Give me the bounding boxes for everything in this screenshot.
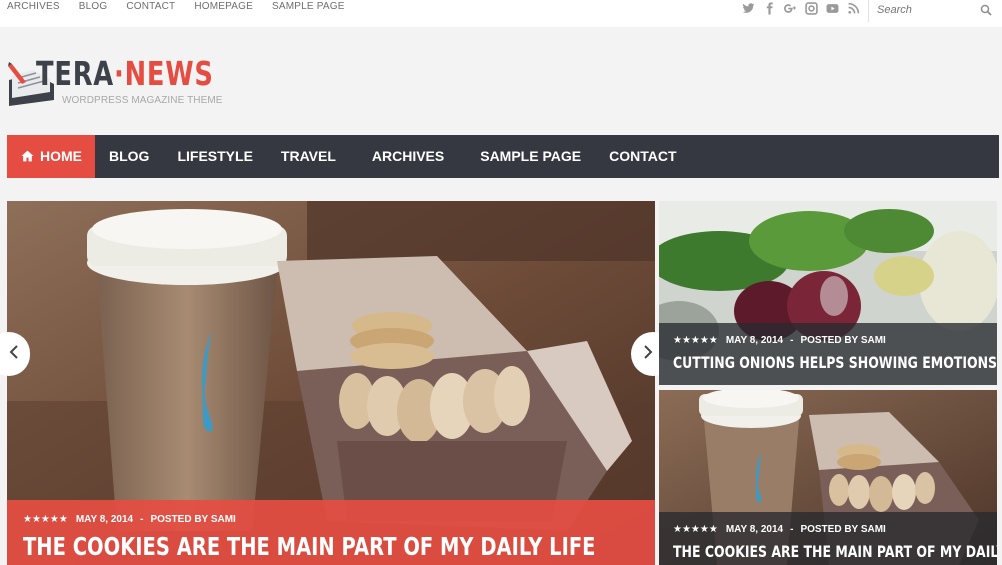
top-link-archives[interactable]: ARCHIVES <box>7 0 60 14</box>
search-box <box>868 0 1002 22</box>
chevron-right-icon <box>643 344 653 364</box>
side-post-caption: ★★★★★ MAY 8, 2014 - POSTED BY SAMI THE C… <box>659 512 997 565</box>
top-link-blog[interactable]: BLOG <box>79 0 108 14</box>
youtube-icon[interactable] <box>826 2 839 15</box>
facebook-icon[interactable] <box>763 2 776 15</box>
post-author[interactable]: POSTED BY SAMI <box>150 514 235 525</box>
top-link-contact[interactable]: CONTACT <box>126 0 175 14</box>
side-post-title[interactable]: THE COOKIES ARE THE MAIN PART OF MY DAIL… <box>673 542 997 562</box>
logo-title: TERA·NEWS <box>36 54 214 94</box>
top-nav: ARCHIVES BLOG CONTACT HOMEPAGE SAMPLE PA… <box>7 0 345 14</box>
nav-item-blog[interactable]: BLOG <box>95 135 163 178</box>
rating-stars: ★★★★★ <box>673 524 718 535</box>
nav-item-sample-page[interactable]: SAMPLE PAGE <box>466 135 595 178</box>
side-post-title[interactable]: CUTTING ONIONS HELPS SHOWING EMOTIONS <box>673 353 997 373</box>
main-nav: HOME BLOG LIFESTYLE TRAVEL ARCHIVES SAMP… <box>7 135 999 178</box>
nav-item-lifestyle[interactable]: LIFESTYLE <box>163 135 266 178</box>
side-post-card[interactable]: ★★★★★ MAY 8, 2014 - POSTED BY SAMI CUTTI… <box>659 201 997 385</box>
logo-separator: · <box>114 54 125 93</box>
rss-icon[interactable] <box>847 2 860 15</box>
meta-separator: - <box>790 524 794 535</box>
post-date: MAY 8, 2014 <box>725 524 784 535</box>
chevron-left-icon <box>9 344 19 364</box>
home-icon <box>21 136 34 179</box>
post-author[interactable]: POSTED BY SAMI <box>800 335 885 346</box>
featured-slider[interactable]: ★★★★★ MAY 8, 2014 - POSTED BY SAMI THE C… <box>7 201 655 565</box>
nav-item-travel[interactable]: TRAVEL <box>267 135 358 178</box>
slide-title[interactable]: THE COOKIES ARE THE MAIN PART OF MY DAIL… <box>23 530 596 564</box>
meta-separator: - <box>140 514 144 525</box>
site-logo[interactable]: TERA·NEWS WORDPRESS MAGAZINE THEME <box>6 54 236 114</box>
meta-separator: - <box>790 335 794 346</box>
top-bar: ARCHIVES BLOG CONTACT HOMEPAGE SAMPLE PA… <box>0 0 1002 27</box>
post-author[interactable]: POSTED BY SAMI <box>800 524 885 535</box>
logo-part1: TERA <box>36 54 115 93</box>
search-input[interactable] <box>877 4 977 16</box>
twitter-icon[interactable] <box>742 2 755 15</box>
nav-label-home: HOME <box>40 148 82 164</box>
instagram-icon[interactable] <box>805 1 818 15</box>
rating-stars: ★★★★★ <box>23 514 68 525</box>
top-link-homepage[interactable]: HOMEPAGE <box>194 0 253 14</box>
google-plus-icon[interactable] <box>784 2 797 15</box>
nav-item-archives[interactable]: ARCHIVES <box>358 135 466 178</box>
slide-caption: ★★★★★ MAY 8, 2014 - POSTED BY SAMI THE C… <box>7 500 655 565</box>
side-post-meta: ★★★★★ MAY 8, 2014 - POSTED BY SAMI <box>673 524 886 535</box>
search-icon[interactable] <box>980 3 992 21</box>
nav-item-contact[interactable]: CONTACT <box>595 135 690 178</box>
rating-stars: ★★★★★ <box>673 335 718 346</box>
nav-item-home[interactable]: HOME <box>7 135 95 178</box>
logo-tagline: WORDPRESS MAGAZINE THEME <box>62 95 223 106</box>
slide-meta: ★★★★★ MAY 8, 2014 - POSTED BY SAMI <box>23 514 236 525</box>
post-date: MAY 8, 2014 <box>75 514 134 525</box>
logo-part2: NEWS <box>124 54 214 93</box>
side-post-caption: ★★★★★ MAY 8, 2014 - POSTED BY SAMI CUTTI… <box>659 323 997 385</box>
side-post-meta: ★★★★★ MAY 8, 2014 - POSTED BY SAMI <box>673 335 886 346</box>
social-links <box>742 1 860 15</box>
side-post-card[interactable]: ★★★★★ MAY 8, 2014 - POSTED BY SAMI THE C… <box>659 390 997 565</box>
post-date: MAY 8, 2014 <box>725 335 784 346</box>
top-link-sample-page[interactable]: SAMPLE PAGE <box>272 0 345 14</box>
